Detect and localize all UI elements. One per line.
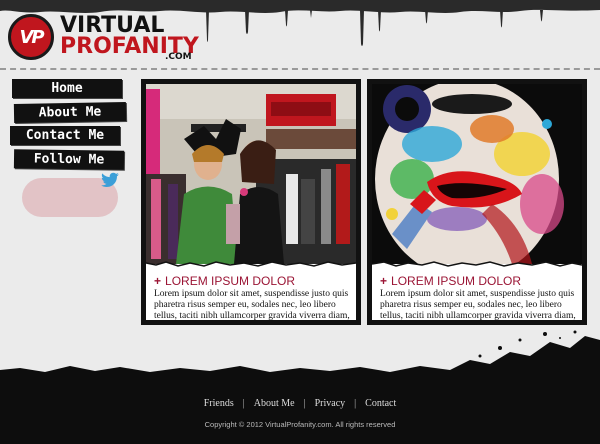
footer-separator: |	[354, 398, 357, 409]
page: VP VIRTUAL PROFANITY .COM Home About Me …	[0, 0, 600, 444]
card-title-text: LOREM IPSUM DOLOR	[391, 274, 522, 288]
logo-badge: VP	[8, 14, 54, 60]
card-title[interactable]: + LOREM IPSUM DOLOR	[154, 274, 295, 288]
twitter-bird-icon[interactable]	[100, 172, 120, 188]
footer-link-about-me[interactable]: About Me	[254, 398, 295, 409]
nav-contact-me-button[interactable]: Contact Me	[10, 126, 120, 145]
content-card[interactable]: + LOREM IPSUM DOLOR Lorem ipsum dolor sit…	[141, 79, 361, 325]
card-photo-painted-face	[372, 84, 582, 264]
header-divider	[0, 68, 600, 70]
plus-icon: +	[380, 274, 388, 288]
card-body-text: Lorem ipsum dolor sit amet, suspendisse …	[154, 289, 350, 320]
card-inner: + LOREM IPSUM DOLOR Lorem ipsum dolor sit…	[146, 84, 356, 320]
footer	[0, 378, 600, 444]
site-logo[interactable]: VP VIRTUAL PROFANITY .COM	[8, 12, 199, 66]
copyright-text: Copyright © 2012 VirtualProfanity.com. A…	[204, 420, 396, 429]
nav-about-me-button[interactable]: About Me	[13, 102, 127, 123]
footer-separator: |	[242, 398, 245, 409]
nav-home-button[interactable]: Home	[12, 79, 122, 98]
footer-nav: Friends | About Me | Privacy | Contact	[0, 398, 600, 409]
footer-link-friends[interactable]: Friends	[204, 398, 234, 409]
torn-edge-decoration	[372, 261, 582, 270]
footer-grunge-edge	[0, 330, 600, 382]
card-body-text: Lorem ipsum dolor sit amet, suspendisse …	[380, 289, 576, 320]
card-photo-store	[146, 84, 356, 264]
footer-link-privacy[interactable]: Privacy	[315, 398, 346, 409]
footer-link-contact[interactable]: Contact	[365, 398, 396, 409]
card-title[interactable]: + LOREM IPSUM DOLOR	[380, 274, 521, 288]
footer-separator: |	[303, 398, 306, 409]
plus-icon: +	[154, 274, 162, 288]
card-title-text: LOREM IPSUM DOLOR	[165, 274, 296, 288]
torn-edge-decoration	[146, 261, 356, 270]
content-card[interactable]: + LOREM IPSUM DOLOR Lorem ipsum dolor sit…	[367, 79, 587, 325]
card-inner: + LOREM IPSUM DOLOR Lorem ipsum dolor sit…	[372, 84, 582, 320]
logo-suffix: .COM	[165, 52, 192, 62]
nav-follow-me-button[interactable]: Follow Me	[13, 149, 125, 170]
